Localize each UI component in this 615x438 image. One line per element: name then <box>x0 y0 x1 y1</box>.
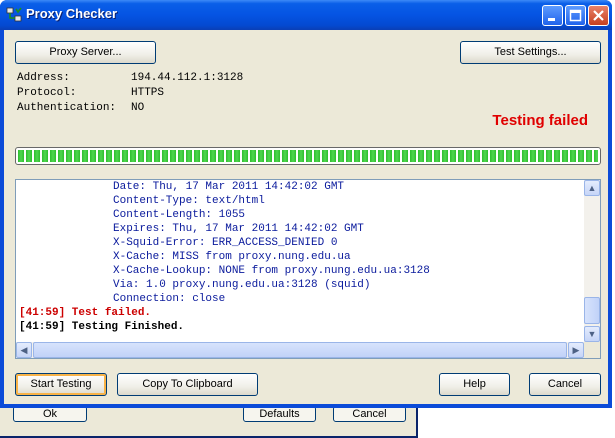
log-line: Expires: Thu, 17 Mar 2011 14:42:02 GMT <box>113 223 364 235</box>
log-line: Content-Type: text/html <box>113 195 265 207</box>
scroll-left-button[interactable]: ◀ <box>16 342 32 358</box>
chevron-up-icon: ▲ <box>587 183 597 193</box>
scroll-down-button[interactable]: ▼ <box>584 326 600 342</box>
background-cancel-button[interactable]: Cancel <box>333 406 406 422</box>
horizontal-scroll-thumb[interactable] <box>33 342 567 358</box>
test-progress-bar <box>15 147 601 165</box>
minimize-icon <box>548 18 555 21</box>
test-status-text: Testing failed <box>492 112 588 129</box>
window-title: Proxy Checker <box>26 6 118 21</box>
authentication-value: NO <box>131 102 145 114</box>
log-line: Via: 1.0 proxy.nung.edu.ua:3128 (squid) <box>113 279 371 291</box>
vertical-scroll-thumb[interactable] <box>584 297 600 324</box>
log-line: Content-Length: 1055 <box>113 209 246 221</box>
help-button[interactable]: Help <box>439 373 510 396</box>
proxy-checker-window: Proxy Checker Proxy Server... Test Setti… <box>0 0 612 408</box>
log-line-test-failed: [41:59] Test failed. <box>19 307 152 319</box>
log-line-testing-finished: [41:59] Testing Finished. <box>19 321 185 333</box>
close-icon <box>593 10 604 21</box>
horizontal-scrollbar[interactable]: ◀ ▶ <box>16 342 584 358</box>
cancel-button[interactable]: Cancel <box>529 373 601 396</box>
scroll-right-button[interactable]: ▶ <box>568 342 584 358</box>
log-line: X-Squid-Error: ERR_ACCESS_DENIED 0 <box>113 237 338 249</box>
dialog-client-area: Proxy Server... Test Settings... Address… <box>4 30 608 404</box>
title-bar[interactable]: Proxy Checker <box>0 0 612 30</box>
authentication-row: Authentication: NO <box>17 102 144 114</box>
chevron-left-icon: ◀ <box>20 345 28 355</box>
log-line: X-Cache: MISS from proxy.nung.edu.ua <box>113 251 351 263</box>
minimize-button[interactable] <box>542 5 563 26</box>
test-settings-button[interactable]: Test Settings... <box>460 41 601 64</box>
maximize-icon <box>569 9 582 22</box>
copy-to-clipboard-button[interactable]: Copy To Clipboard <box>117 373 258 396</box>
authentication-label: Authentication: <box>17 102 117 114</box>
scroll-up-button[interactable]: ▲ <box>584 180 600 196</box>
close-button[interactable] <box>588 5 609 26</box>
protocol-row: Protocol: HTTPS <box>17 87 164 99</box>
address-row: Address: 194.44.112.1:3128 <box>17 72 243 84</box>
chevron-right-icon: ▶ <box>572 345 580 355</box>
log-line: Date: Thu, 17 Mar 2011 14:42:02 GMT <box>113 181 345 193</box>
log-lines: Date: Thu, 17 Mar 2011 14:42:02 GMT Conte… <box>19 180 579 334</box>
proxy-checker-app-icon <box>6 7 22 22</box>
protocol-value: HTTPS <box>131 87 165 99</box>
address-label: Address: <box>17 72 70 84</box>
background-ok-button[interactable]: Ok <box>13 406 87 422</box>
background-defaults-button[interactable]: Defaults <box>243 406 316 422</box>
maximize-button[interactable] <box>565 5 586 26</box>
progress-fill <box>18 150 598 162</box>
log-output[interactable]: Date: Thu, 17 Mar 2011 14:42:02 GMT Conte… <box>15 179 601 359</box>
vertical-scrollbar[interactable]: ▲ ▼ <box>584 180 600 342</box>
start-testing-button[interactable]: Start Testing <box>15 373 107 396</box>
protocol-label: Protocol: <box>17 87 77 99</box>
chevron-down-icon: ▼ <box>587 329 597 339</box>
proxy-server-button[interactable]: Proxy Server... <box>15 41 156 64</box>
address-value: 194.44.112.1:3128 <box>131 72 244 84</box>
log-line: X-Cache-Lookup: NONE from proxy.nung.edu… <box>113 265 430 277</box>
log-line: Connection: close <box>113 293 226 305</box>
scroll-corner <box>584 342 600 358</box>
